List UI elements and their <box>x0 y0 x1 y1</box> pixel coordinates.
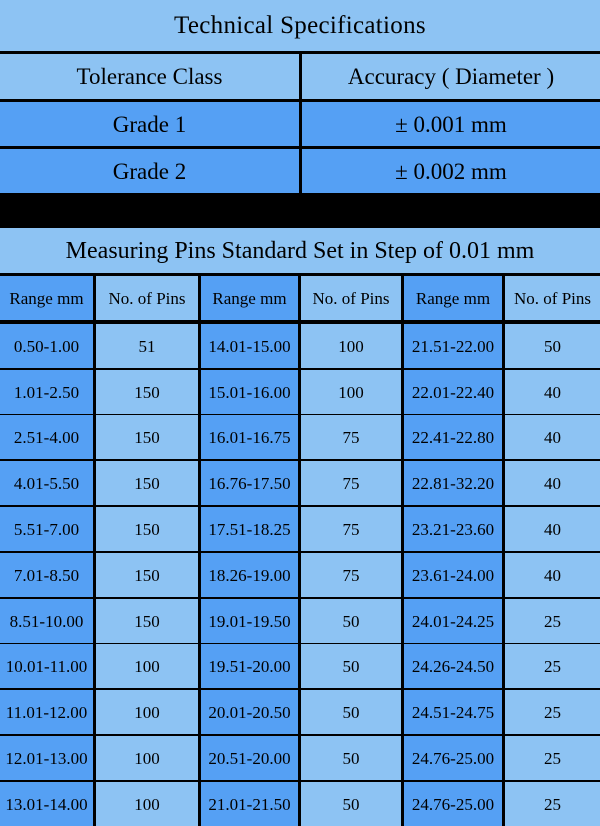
pins-range-cell-r5-c5: 23.21-23.60 <box>404 507 502 551</box>
pins-range-cell-r10-c5: 24.76-25.00 <box>404 736 502 780</box>
pins-range-cell-r8-c3: 19.51-20.00 <box>201 644 298 688</box>
pins-range-cell-r4-c5: 22.81-32.20 <box>404 461 502 505</box>
pins-range-cell-r8-c1: 10.01-11.00 <box>0 644 93 688</box>
pins-range-cell-r5-c3: 17.51-18.25 <box>201 507 298 551</box>
pins-header-col-1: Range mm <box>0 276 93 320</box>
pins-range-cell-r6-c3: 18.26-19.00 <box>201 553 298 597</box>
pins-range-cell-r6-c5: 23.61-24.00 <box>404 553 502 597</box>
pins-range-cell-r3-c5: 22.41-22.80 <box>404 415 502 459</box>
pins-count-cell-r8-c4: 50 <box>301 644 401 688</box>
pins-range-cell-r9-c3: 20.01-20.50 <box>201 690 298 734</box>
pins-count-cell-r3-c4: 75 <box>301 415 401 459</box>
specification-sheet: Technical Specifications Tolerance Class… <box>0 0 600 826</box>
pins-range-cell-r1-c3: 14.01-15.00 <box>201 324 298 368</box>
pins-range-cell-r7-c3: 19.01-19.50 <box>201 599 298 643</box>
pins-count-cell-r3-c6: 40 <box>505 415 600 459</box>
spec-row-grade-1-class: Grade 1 <box>0 102 299 146</box>
pins-count-cell-r8-c2: 100 <box>96 644 198 688</box>
pins-header-col-5: Range mm <box>404 276 502 320</box>
pins-count-cell-r5-c2: 150 <box>96 507 198 551</box>
pins-range-cell-r2-c5: 22.01-22.40 <box>404 370 502 414</box>
pins-range-cell-r1-c5: 21.51-22.00 <box>404 324 502 368</box>
pins-header-col-4: No. of Pins <box>301 276 401 320</box>
pins-range-cell-r10-c1: 12.01-13.00 <box>0 736 93 780</box>
pins-range-cell-r8-c5: 24.26-24.50 <box>404 644 502 688</box>
pins-count-cell-r7-c4: 50 <box>301 599 401 643</box>
pins-count-cell-r6-c4: 75 <box>301 553 401 597</box>
section-separator <box>0 193 600 227</box>
pins-count-cell-r10-c6: 25 <box>505 736 600 780</box>
pins-count-cell-r2-c4: 100 <box>301 370 401 414</box>
pins-header-col-6: No. of Pins <box>505 276 600 320</box>
pins-count-cell-r3-c2: 150 <box>96 415 198 459</box>
pins-header-col-3: Range mm <box>201 276 298 320</box>
pins-range-cell-r7-c5: 24.01-24.25 <box>404 599 502 643</box>
pins-range-cell-r3-c3: 16.01-16.75 <box>201 415 298 459</box>
spec-header-accuracy-diameter: Accuracy ( Diameter ) <box>302 54 600 99</box>
pins-count-cell-r1-c6: 50 <box>505 324 600 368</box>
pins-count-cell-r1-c2: 51 <box>96 324 198 368</box>
pins-range-cell-r7-c1: 8.51-10.00 <box>0 599 93 643</box>
pins-count-cell-r4-c2: 150 <box>96 461 198 505</box>
pins-range-cell-r11-c1: 13.01-14.00 <box>0 782 93 826</box>
pins-range-cell-r11-c5: 24.76-25.00 <box>404 782 502 826</box>
pins-count-cell-r7-c6: 25 <box>505 599 600 643</box>
pins-count-cell-r9-c2: 100 <box>96 690 198 734</box>
pins-count-cell-r11-c4: 50 <box>301 782 401 826</box>
pins-count-cell-r10-c2: 100 <box>96 736 198 780</box>
pins-count-cell-r4-c4: 75 <box>301 461 401 505</box>
spec-row-grade-2-accuracy: ± 0.002 mm <box>302 149 600 193</box>
pins-count-cell-r6-c6: 40 <box>505 553 600 597</box>
pins-header-col-2: No. of Pins <box>96 276 198 320</box>
pins-range-cell-r1-c1: 0.50-1.00 <box>0 324 93 368</box>
pins-count-cell-r4-c6: 40 <box>505 461 600 505</box>
pins-count-cell-r11-c2: 100 <box>96 782 198 826</box>
technical-specifications-title: Technical Specifications <box>0 0 600 51</box>
pins-range-cell-r2-c3: 15.01-16.00 <box>201 370 298 414</box>
pins-count-cell-r2-c2: 150 <box>96 370 198 414</box>
pins-range-cell-r9-c5: 24.51-24.75 <box>404 690 502 734</box>
pins-count-cell-r11-c6: 25 <box>505 782 600 826</box>
pins-range-cell-r9-c1: 11.01-12.00 <box>0 690 93 734</box>
measuring-pins-grid: Range mm No. of Pins Range mm No. of Pins Ra… <box>0 276 600 826</box>
pins-count-cell-r5-c4: 75 <box>301 507 401 551</box>
pins-count-cell-r7-c2: 150 <box>96 599 198 643</box>
spec-row-grade-2-class: Grade 2 <box>0 149 299 193</box>
pins-count-cell-r10-c4: 50 <box>301 736 401 780</box>
pins-range-cell-r4-c1: 4.01-5.50 <box>0 461 93 505</box>
measuring-pins-title: Measuring Pins Standard Set in Step of 0… <box>0 228 600 273</box>
pins-range-cell-r3-c1: 2.51-4.00 <box>0 415 93 459</box>
pins-range-cell-r6-c1: 7.01-8.50 <box>0 553 93 597</box>
pins-range-cell-r5-c1: 5.51-7.00 <box>0 507 93 551</box>
pins-count-cell-r2-c6: 40 <box>505 370 600 414</box>
pins-range-cell-r11-c3: 21.01-21.50 <box>201 782 298 826</box>
pins-range-cell-r4-c3: 16.76-17.50 <box>201 461 298 505</box>
pins-range-cell-r2-c1: 1.01-2.50 <box>0 370 93 414</box>
pins-count-cell-r9-c4: 50 <box>301 690 401 734</box>
spec-row-grade-1-accuracy: ± 0.001 mm <box>302 102 600 146</box>
pins-range-cell-r10-c3: 20.51-20.00 <box>201 736 298 780</box>
pins-count-cell-r1-c4: 100 <box>301 324 401 368</box>
pins-count-cell-r6-c2: 150 <box>96 553 198 597</box>
pins-count-cell-r9-c6: 25 <box>505 690 600 734</box>
pins-count-cell-r5-c6: 40 <box>505 507 600 551</box>
pins-count-cell-r8-c6: 25 <box>505 644 600 688</box>
spec-header-tolerance-class: Tolerance Class <box>0 54 299 99</box>
